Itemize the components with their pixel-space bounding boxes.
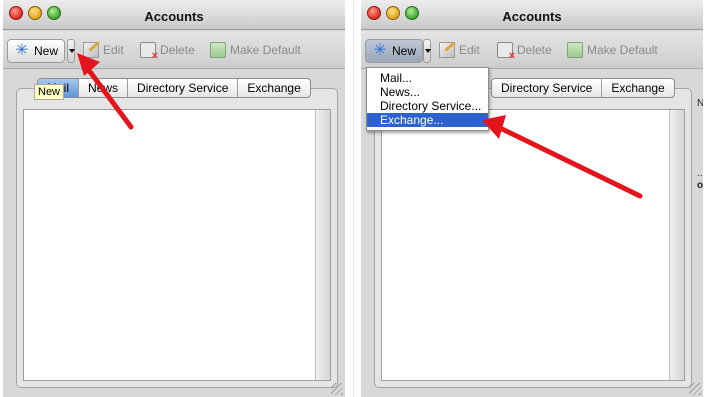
resize-grip-icon[interactable] [331, 383, 343, 395]
delete-button-label: Delete [160, 43, 195, 57]
tab-exchange[interactable]: Exchange [238, 79, 309, 97]
resize-grip-icon[interactable] [689, 383, 701, 395]
delete-trash-icon [497, 42, 515, 62]
make-default-icon [567, 42, 583, 58]
make-default-button-label: Make Default [230, 43, 301, 57]
new-account-menu: Mail... News... Directory Service... Exc… [366, 67, 489, 131]
new-button-tooltip: New [34, 84, 65, 100]
new-menu-dropdown-arrow[interactable] [423, 39, 431, 63]
accounts-window-right: Accounts ✳ New Edit Delete Make Default … [361, 0, 703, 397]
tab-directory-service[interactable]: Directory Service [492, 79, 603, 97]
window-title: Accounts [502, 9, 562, 24]
make-default-button[interactable]: Make Default [210, 40, 301, 60]
background-window-fragment: Ne [697, 98, 703, 109]
edit-button-label: Edit [459, 43, 480, 57]
accounts-window-left: Accounts ✳ New Edit Delete Make Default … [3, 0, 345, 397]
background-window-fragment: ... [697, 168, 703, 179]
make-default-button-label: Make Default [587, 43, 658, 57]
make-default-icon [210, 42, 226, 58]
accounts-list[interactable] [381, 109, 685, 381]
new-account-button[interactable]: ✳ New [365, 39, 424, 63]
accounts-tab-pane [16, 88, 338, 388]
new-button-label: New [392, 44, 417, 58]
window-title: Accounts [144, 9, 204, 24]
delete-trash-icon [140, 42, 158, 62]
edit-pencil-icon [439, 42, 455, 58]
menu-item-exchange[interactable]: Exchange... [367, 113, 488, 127]
title-bar: Accounts [361, 0, 703, 30]
edit-pencil-icon [83, 42, 99, 58]
delete-button-label: Delete [517, 43, 552, 57]
edit-button[interactable]: Edit [83, 40, 124, 60]
edit-button[interactable]: Edit [439, 40, 480, 60]
delete-button[interactable]: Delete [497, 40, 552, 62]
title-bar: Accounts [3, 0, 345, 30]
new-account-star-icon: ✳ [373, 42, 387, 59]
new-menu-dropdown-arrow[interactable] [67, 39, 75, 63]
new-button-label: New [34, 44, 59, 58]
account-type-tabs: Directory Service Exchange [491, 78, 675, 98]
tab-news[interactable]: News [79, 79, 129, 97]
toolbar: ✳ New Edit Delete Make Default [3, 31, 345, 69]
edit-button-label: Edit [103, 43, 124, 57]
menu-item-mail[interactable]: Mail... [367, 71, 488, 85]
new-account-star-icon: ✳ [15, 42, 29, 59]
menu-item-news[interactable]: News... [367, 85, 488, 99]
panel-divider [353, 0, 354, 397]
make-default-button[interactable]: Make Default [567, 40, 658, 60]
tab-directory-service[interactable]: Directory Service [128, 79, 239, 97]
vertical-scrollbar[interactable] [669, 110, 684, 380]
menu-item-directory-service[interactable]: Directory Service... [367, 99, 488, 113]
delete-button[interactable]: Delete [140, 40, 195, 62]
accounts-list[interactable] [23, 109, 331, 381]
vertical-scrollbar[interactable] [315, 110, 330, 380]
toolbar: ✳ New Edit Delete Make Default [361, 31, 703, 69]
background-window-fragment: of [697, 180, 703, 191]
tab-exchange[interactable]: Exchange [602, 79, 673, 97]
new-account-button[interactable]: ✳ New [7, 39, 66, 63]
accounts-tab-pane [374, 88, 692, 388]
account-type-tabs: Mail News Directory Service Exchange [37, 78, 311, 98]
